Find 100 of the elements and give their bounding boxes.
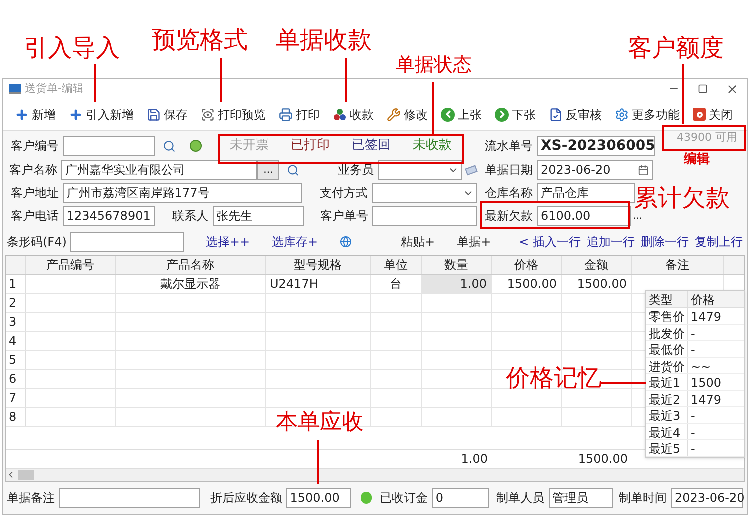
input-field[interactable]: [63, 136, 155, 156]
leader-line: [345, 58, 347, 102]
total-quantity: 1.00: [460, 451, 489, 468]
toolbar-button[interactable]: 收款: [327, 102, 380, 126]
toolbar-button[interactable]: 修改: [381, 102, 434, 126]
eraser-icon[interactable]: [465, 164, 478, 176]
table-cell-text: -: [690, 424, 696, 439]
toolbar-button[interactable]: 反审核: [543, 102, 608, 126]
callout-label: 价格记忆: [506, 366, 602, 390]
horizontal-scrollbar[interactable]: [6, 468, 744, 481]
input-field[interactable]: 产品仓库: [537, 183, 635, 203]
column-header[interactable]: 价格: [492, 256, 562, 274]
input-field[interactable]: 张先生: [212, 206, 304, 226]
leader-line: [94, 64, 96, 102]
column-header[interactable]: 备注: [632, 256, 724, 274]
dropdown-field[interactable]: [378, 160, 462, 180]
field-label: 客户单号: [319, 208, 370, 225]
row-number: 4: [6, 332, 26, 350]
field-label: 最新欠款: [484, 208, 534, 225]
field-label: 仓库名称: [484, 185, 534, 202]
table-cell: 最近5: [646, 440, 688, 456]
toolbar-button[interactable]: 下张: [489, 102, 542, 126]
toolbar-button[interactable]: 上张: [435, 102, 488, 126]
field-label: 单据日期: [484, 162, 534, 179]
row-action-link[interactable]: < 插入一行: [519, 233, 581, 251]
callout-label: 预览格式: [152, 28, 248, 52]
toolbar-button[interactable]: 关闭: [687, 102, 739, 126]
table-cell: 最近2: [646, 390, 688, 406]
toolbar-button[interactable]: 引入新增: [63, 102, 140, 126]
column-header[interactable]: 金额: [562, 256, 632, 274]
row-action-link[interactable]: 删除一行: [641, 233, 689, 251]
dropdown-field[interactable]: [372, 183, 478, 203]
leader-line: [682, 64, 684, 124]
row-number: 8: [6, 408, 26, 426]
table-cell: 零售价: [646, 308, 688, 324]
printer-icon: [279, 108, 293, 122]
close-icon[interactable]: [726, 82, 739, 96]
input-field[interactable]: [372, 206, 478, 226]
date-field[interactable]: 2023-06-20: [537, 160, 653, 180]
column-header[interactable]: 产品编号: [26, 256, 116, 274]
input-field[interactable]: 12345678901: [62, 206, 155, 226]
input-field[interactable]: 管理员: [548, 488, 613, 508]
field-label: 流水单号: [484, 138, 534, 155]
toolbar-button[interactable]: 新增: [9, 102, 62, 126]
table-cell-text: -: [690, 441, 696, 456]
window-icon: [9, 84, 21, 94]
callout-label: 单据收款: [276, 28, 372, 52]
table-cell-text: -: [690, 408, 696, 422]
maximize-icon[interactable]: [698, 84, 708, 94]
table-cell-text: 1500: [690, 375, 723, 390]
select-link[interactable]: 选择++: [206, 233, 250, 251]
column-header[interactable]: 数量: [422, 256, 492, 274]
callout-label: 累计欠款: [634, 186, 730, 210]
leader-line: [220, 58, 222, 102]
search-icon[interactable]: [163, 140, 176, 152]
leader-line: [317, 440, 319, 484]
plus-icon: [15, 108, 29, 122]
table-cell: 最近3: [646, 407, 688, 422]
action-link[interactable]: 单据+: [457, 233, 492, 251]
toolbar-button[interactable]: 保存: [141, 102, 194, 126]
scroll-thumb[interactable]: [18, 470, 34, 480]
row-action-link[interactable]: 复制上行: [695, 233, 743, 251]
save-icon: [147, 108, 161, 122]
select-link[interactable]: 选库存+: [272, 233, 318, 251]
input-field[interactable]: XS-202306005: [537, 136, 655, 156]
field-label: 制单人员: [496, 490, 545, 507]
document-icon: [549, 108, 563, 122]
input-field[interactable]: 广州嘉华实业有限公司: [61, 160, 258, 180]
table-cell-text: 1479: [690, 309, 723, 324]
table-cell: 1500.00: [492, 275, 562, 293]
toolbar-button[interactable]: 打印: [273, 102, 326, 126]
credit-text: 43900 可用: [677, 130, 738, 146]
input-field[interactable]: 6100.00: [537, 206, 631, 226]
column-header[interactable]: 型号规格: [266, 256, 371, 274]
toolbar-button[interactable]: 更多功能: [609, 102, 686, 126]
row-number: 5: [6, 351, 26, 369]
row-action-link[interactable]: 追加一行: [587, 233, 635, 251]
input-field[interactable]: [70, 232, 184, 252]
toolbar-button[interactable]: 打印预览: [195, 102, 272, 126]
action-link[interactable]: 粘贴+: [401, 233, 436, 251]
input-field[interactable]: 0: [432, 488, 489, 508]
search-icon[interactable]: [287, 164, 300, 176]
globe-icon[interactable]: [340, 236, 352, 248]
column-header[interactable]: 产品名称: [116, 256, 266, 274]
input-field[interactable]: 广州市荔湾区南岸路177号: [62, 183, 302, 203]
field-label: 客户编号: [10, 138, 60, 155]
input-field[interactable]: [59, 488, 200, 508]
callout-label: 单据状态: [396, 56, 472, 75]
leader-line: [600, 382, 646, 384]
callout-label: 引入导入: [24, 36, 120, 60]
field-label: 业务员: [336, 162, 375, 179]
row-number: 2: [6, 294, 26, 312]
browse-button[interactable]: ...: [257, 160, 280, 180]
table-cell-text: 1479: [690, 392, 723, 406]
row-number: 7: [6, 389, 26, 407]
browse-link[interactable]: ...: [633, 208, 643, 224]
input-field[interactable]: 1500.00: [286, 488, 351, 508]
table-cell: 批发价: [646, 324, 688, 340]
column-header[interactable]: 单位: [371, 256, 422, 274]
input-field[interactable]: 2023-06-20: [670, 488, 743, 508]
